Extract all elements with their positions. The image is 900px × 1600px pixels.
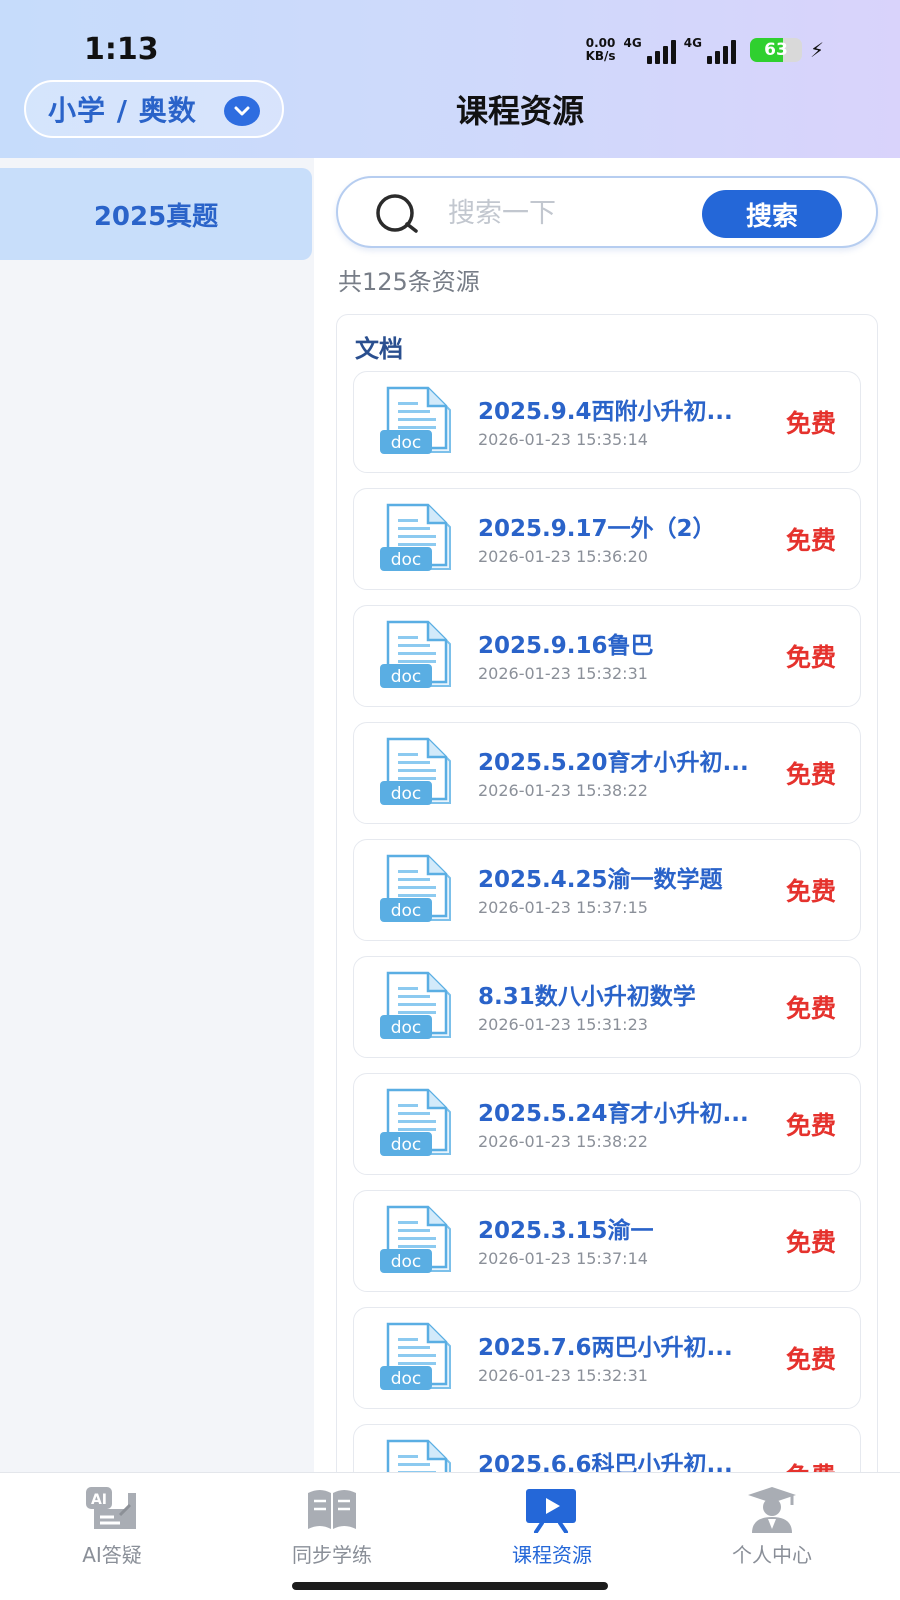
resource-price: 免费 [785, 877, 836, 906]
status-time: 1:13 [84, 32, 159, 67]
user-graduate-icon [748, 1487, 796, 1533]
resource-time: 2026-01-23 15:32:31 [478, 1366, 648, 1385]
battery-icon: 63 [749, 38, 802, 62]
nav-item-course-resources[interactable]: 课程资源 [472, 1485, 632, 1569]
resource-item[interactable]: doc 2025.5.20育才小升初... 2026-01-23 15:38:2… [353, 722, 861, 824]
resource-price: 免费 [785, 1345, 836, 1374]
svg-text:doc: doc [391, 1135, 422, 1155]
resource-time: 2026-01-23 15:38:22 [478, 781, 648, 800]
nav-item-ai-answer[interactable]: AI AI答疑 [32, 1485, 192, 1569]
nav-label: 同步学练 [292, 1543, 372, 1567]
nav-item-personal-center[interactable]: 个人中心 [692, 1485, 852, 1569]
doc-file-icon: doc [380, 1439, 458, 1472]
resource-price: 免费 [785, 526, 836, 555]
network-speed-unit: KB/s [585, 49, 616, 63]
section-title: 文档 [355, 335, 403, 363]
resource-title: 2025.6.6科巴小升初... [478, 1452, 733, 1472]
resource-title: 2025.5.24育才小升初... [478, 1101, 749, 1127]
doc-file-icon: doc [380, 503, 458, 577]
resource-time: 2026-01-23 15:35:14 [478, 430, 648, 449]
resource-time: 2026-01-23 15:38:22 [478, 1132, 648, 1151]
ai-answer-icon: AI [86, 1487, 136, 1529]
svg-text:doc: doc [391, 433, 422, 453]
resource-list: doc 2025.9.4西附小升初... 2026-01-23 15:35:14… [353, 371, 861, 1472]
search-input[interactable] [448, 192, 678, 234]
doc-file-icon: doc [380, 1205, 458, 1279]
book-icon [308, 1490, 356, 1529]
signal-label: 4G [623, 36, 642, 50]
resource-item[interactable]: doc 2025.3.15渝一 2026-01-23 15:37:14 免费 [353, 1190, 861, 1292]
status-icons: 0.00 KB/s 4G 4G 63 ⚡ [586, 34, 824, 66]
search-button[interactable]: 搜索 [702, 190, 842, 238]
resource-price: 免费 [785, 994, 836, 1023]
search-bar: 搜索 [336, 176, 878, 248]
resource-item[interactable]: doc 2025.4.25渝一数学题 2026-01-23 15:37:15 免… [353, 839, 861, 941]
resource-item[interactable]: doc 2025.9.17一外（2） 2026-01-23 15:36:20 免… [353, 488, 861, 590]
home-indicator[interactable] [292, 1582, 608, 1590]
ai-icon-text: AI [91, 1492, 107, 1508]
top-header: 1:13 0.00 KB/s 4G 4G 63 ⚡ 小学 / 奥数 课程资源 [0, 0, 900, 158]
svg-text:doc: doc [391, 901, 422, 921]
category-sidebar: 2025真题 [0, 158, 314, 1472]
sidebar-item-2025-exams[interactable]: 2025真题 [0, 168, 312, 260]
doc-file-icon: doc [380, 1322, 458, 1396]
video-board-icon [526, 1489, 576, 1533]
charging-icon: ⚡ [809, 38, 824, 62]
result-count: 共125条资源 [338, 268, 480, 296]
nav-label: 课程资源 [512, 1543, 592, 1567]
battery-level: 63 [764, 40, 788, 60]
resource-panel: 搜索 共125条资源 文档 doc 2025.9.4西附小升初... 2026-… [314, 158, 900, 1472]
doc-file-icon: doc [380, 386, 458, 460]
resource-time: 2026-01-23 15:31:23 [478, 1015, 648, 1034]
doc-file-icon: doc [380, 620, 458, 694]
resource-title: 2025.4.25渝一数学题 [478, 867, 723, 893]
svg-text:doc: doc [391, 1369, 422, 1389]
doc-file-icon: doc [380, 854, 458, 928]
resource-title: 2025.5.20育才小升初... [478, 750, 749, 776]
resource-time: 2026-01-23 15:37:14 [478, 1249, 648, 1268]
nav-item-sync-practice[interactable]: 同步学练 [252, 1485, 412, 1569]
svg-text:doc: doc [391, 1252, 422, 1272]
page-title: 课程资源 [455, 92, 584, 130]
doc-file-icon: doc [380, 971, 458, 1045]
resource-time: 2026-01-23 15:37:15 [478, 898, 648, 917]
network-speed: 0.00 KB/s [586, 37, 616, 63]
resource-title: 2025.9.4西附小升初... [478, 399, 733, 425]
resource-price: 免费 [785, 643, 836, 672]
nav-label: 个人中心 [732, 1543, 812, 1567]
document-section: 文档 doc 2025.9.4西附小升初... 2026-01-23 15:35… [336, 314, 878, 1472]
signal-icon: 4G [624, 36, 676, 64]
search-icon [374, 192, 422, 240]
nav-label: AI答疑 [82, 1543, 142, 1567]
bottom-navigation: AI AI答疑 同步学练 课程资源 个人中心 [0, 1472, 900, 1600]
signal-label: 4G [683, 36, 702, 50]
signal-icon: 4G [684, 36, 736, 64]
resource-title: 2025.9.17一外（2） [478, 516, 716, 542]
resource-price: 免费 [785, 409, 836, 438]
resource-item[interactable]: doc 2025.9.16鲁巴 2026-01-23 15:32:31 免费 [353, 605, 861, 707]
resource-title: 8.31数八小升初数学 [478, 984, 696, 1010]
resource-price: 免费 [785, 1111, 836, 1140]
resource-title: 2025.3.15渝一 [478, 1218, 654, 1244]
resource-item[interactable]: doc 2025.7.6两巴小升初... 2026-01-23 15:32:31… [353, 1307, 861, 1409]
svg-text:doc: doc [391, 1018, 422, 1038]
svg-text:doc: doc [391, 550, 422, 570]
svg-text:doc: doc [391, 667, 422, 687]
resource-item[interactable]: doc 2025.6.6科巴小升初... 免费 [353, 1424, 861, 1472]
resource-price: 免费 [785, 1228, 836, 1257]
resource-price: 免费 [786, 1457, 836, 1472]
doc-file-icon: doc [380, 737, 458, 811]
resource-time: 2026-01-23 15:36:20 [478, 547, 648, 566]
resource-item[interactable]: doc 8.31数八小升初数学 2026-01-23 15:31:23 免费 [353, 956, 861, 1058]
resource-price: 免费 [785, 760, 836, 789]
resource-title: 2025.9.16鲁巴 [478, 633, 654, 659]
resource-time: 2026-01-23 15:32:31 [478, 664, 648, 683]
doc-file-icon: doc [380, 1088, 458, 1162]
resource-title: 2025.7.6两巴小升初... [478, 1335, 733, 1361]
resource-item[interactable]: doc 2025.9.4西附小升初... 2026-01-23 15:35:14… [353, 371, 861, 473]
resource-item[interactable]: doc 2025.5.24育才小升初... 2026-01-23 15:38:2… [353, 1073, 861, 1175]
svg-text:doc: doc [391, 784, 422, 804]
